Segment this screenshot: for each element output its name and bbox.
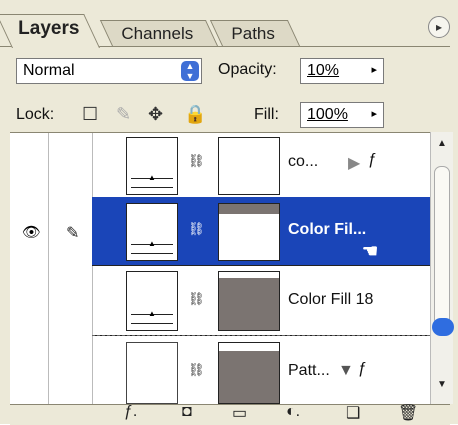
tab-layers[interactable]: Layers	[0, 14, 101, 48]
layer-mask-thumbnail	[218, 137, 280, 195]
chevron-updown-icon: ▲ ▼	[181, 61, 199, 81]
link-column	[48, 133, 93, 405]
lock-brush-icon[interactable]: ✎	[116, 104, 131, 125]
visibility-column	[10, 133, 49, 405]
hand-cursor-icon: ☚	[362, 241, 379, 261]
arrow-right-icon[interactable]: ▸	[371, 107, 377, 120]
bottom-toolbar: ƒ. ◘ ▭ ◐. ❑ 🗑	[10, 403, 450, 425]
layer-thumbnail	[126, 342, 178, 404]
chain-link-icon[interactable]: ⛓	[188, 153, 205, 169]
layer-mask-thumbnail	[218, 271, 280, 331]
chain-link-icon[interactable]: ⛓	[188, 362, 205, 378]
fx-icon: ƒ	[358, 360, 367, 377]
layer-name: co...	[288, 153, 319, 170]
blend-mode-value: Normal	[23, 62, 75, 79]
layers-list: ⛓ co... ▶ ƒ ⛓ Color Fil... ☚ ⛓ Color Fil…	[10, 132, 430, 405]
adjustment-layer-icon[interactable]: ◐.	[286, 403, 300, 421]
tab-paths[interactable]: Paths	[209, 20, 300, 46]
chain-link-icon[interactable]: ⛓	[188, 291, 205, 307]
tab-layers-label: Layers	[18, 18, 80, 39]
scroll-knob[interactable]	[432, 318, 454, 336]
layer-row[interactable]: ⛓ Color Fill 18	[92, 265, 430, 336]
layer-name: Patt...	[288, 362, 330, 379]
blend-mode-select[interactable]: Normal ▲ ▼	[16, 58, 202, 84]
scroll-down-icon[interactable]: ▼	[437, 379, 447, 390]
layer-thumbnail	[126, 203, 178, 261]
tab-channels-label: Channels	[121, 24, 194, 43]
lock-label: Lock:	[16, 106, 55, 123]
scroll-thumb[interactable]	[434, 166, 450, 326]
fill-value: 100%	[307, 106, 348, 123]
fx-icon: ƒ	[368, 151, 377, 168]
tab-paths-label: Paths	[231, 24, 275, 43]
layer-style-icon[interactable]: ƒ.	[124, 403, 137, 421]
layer-row[interactable]: ⛓ Patt... ▼ ƒ	[92, 335, 430, 405]
expand-arrow-icon[interactable]: ▼	[338, 362, 354, 380]
lock-move-icon[interactable]: ✥	[148, 104, 163, 125]
lock-all-icon[interactable]: 🔒	[184, 104, 206, 125]
layer-row-selected[interactable]: ⛓ Color Fil... ☚	[92, 197, 430, 266]
lock-transparency-icon[interactable]: ☐	[82, 104, 98, 125]
layer-row[interactable]: ⛓ co... ▶ ƒ	[92, 133, 430, 198]
add-mask-icon[interactable]: ◘	[182, 403, 192, 421]
layer-name: Color Fill 18	[288, 291, 374, 308]
layer-thumbnail	[126, 271, 178, 331]
trash-icon[interactable]: 🗑	[398, 403, 418, 423]
fill-field[interactable]: 100% ▸	[300, 102, 384, 128]
chain-link-icon[interactable]: ⛓	[188, 221, 205, 237]
layers-panel: Layers Channels Paths ▸ Normal ▲ ▼ Opacit…	[0, 0, 458, 425]
opacity-label: Opacity:	[218, 61, 277, 78]
layer-mask-thumbnail	[218, 203, 280, 261]
scroll-up-icon[interactable]: ▲	[437, 138, 447, 149]
tab-channels[interactable]: Channels	[99, 20, 218, 46]
layer-mask-thumbnail	[218, 342, 280, 404]
layer-name: Color Fil...	[288, 221, 367, 238]
eye-icon[interactable]: 👁	[22, 223, 41, 241]
fill-label: Fill:	[254, 106, 279, 123]
layer-thumbnail	[126, 137, 178, 195]
scrollbar[interactable]: ▲ ▼	[430, 132, 453, 404]
panel-menu-icon[interactable]: ▸	[428, 16, 450, 38]
opacity-value: 10%	[307, 62, 340, 79]
new-layer-icon[interactable]: ❑	[346, 403, 360, 423]
new-group-icon[interactable]: ▭	[232, 403, 247, 423]
arrow-right-icon[interactable]: ▸	[371, 63, 377, 76]
expand-arrow-icon[interactable]: ▶	[348, 153, 360, 173]
brush-icon: ✎	[66, 225, 80, 242]
opacity-field[interactable]: 10% ▸	[300, 58, 384, 84]
